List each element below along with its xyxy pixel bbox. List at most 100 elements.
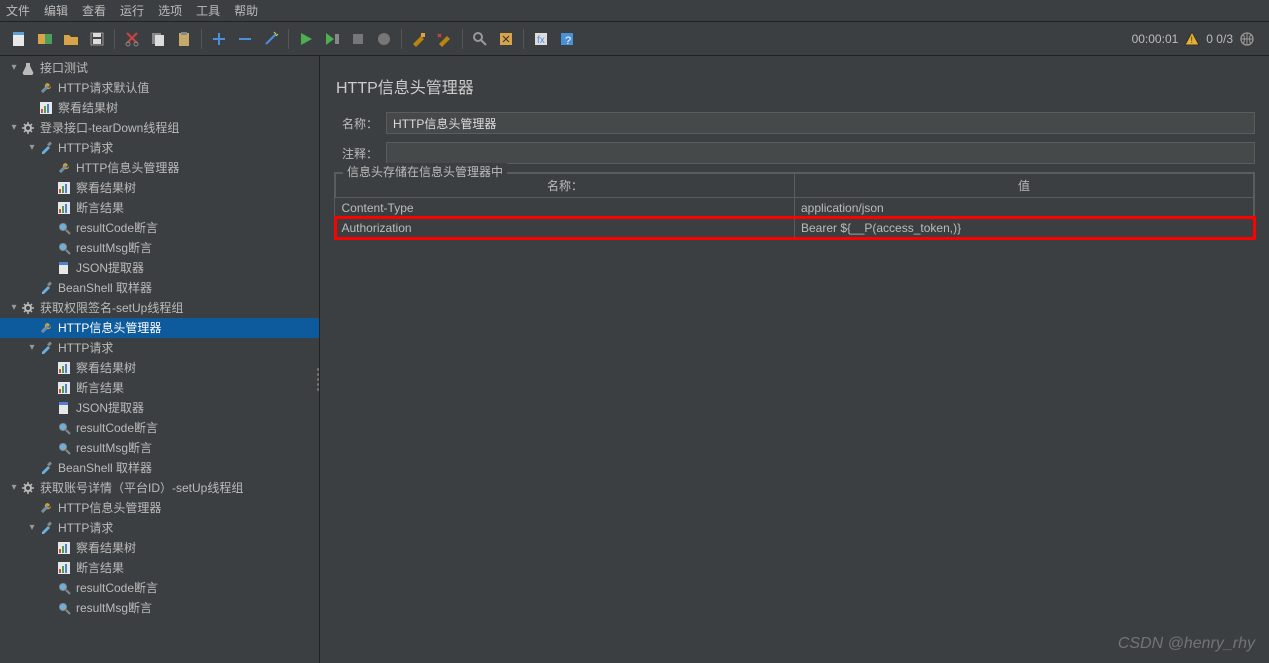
name-label: 名称： xyxy=(334,115,386,132)
tree-item[interactable]: HTTP信息头管理器 xyxy=(0,158,319,178)
tree-item[interactable]: HTTP信息头管理器 xyxy=(0,318,319,338)
tree-item-label: resultMsg断言 xyxy=(76,598,152,618)
function-helper-icon[interactable]: fx xyxy=(528,26,554,52)
elapsed-time: 00:00:01 xyxy=(1132,32,1179,46)
menu-help[interactable]: 帮助 xyxy=(234,2,258,19)
shutdown-icon[interactable] xyxy=(371,26,397,52)
doc-icon xyxy=(56,260,72,276)
help-icon[interactable]: ? xyxy=(554,26,580,52)
tree-item-label: resultMsg断言 xyxy=(76,438,152,458)
tree-item[interactable]: resultMsg断言 xyxy=(0,438,319,458)
headers-table[interactable]: 名称： 值 Content-Typeapplication/jsonAuthor… xyxy=(335,173,1254,238)
expand-toggle-icon[interactable]: ▾ xyxy=(26,518,38,538)
tree-item[interactable]: JSON提取器 xyxy=(0,398,319,418)
paste-icon[interactable] xyxy=(171,26,197,52)
tree-item-label: JSON提取器 xyxy=(76,258,144,278)
open-icon[interactable] xyxy=(58,26,84,52)
table-row[interactable]: Content-Typeapplication/json xyxy=(336,198,1254,218)
cut-icon[interactable] xyxy=(119,26,145,52)
tree-item[interactable]: ▾HTTP请求 xyxy=(0,138,319,158)
tree-item[interactable]: 察看结果树 xyxy=(0,358,319,378)
clear-icon[interactable] xyxy=(406,26,432,52)
reset-search-icon[interactable] xyxy=(493,26,519,52)
tree-item[interactable]: 察看结果树 xyxy=(0,178,319,198)
tree-item[interactable]: 断言结果 xyxy=(0,558,319,578)
chart-icon xyxy=(56,180,72,196)
tree-item-label: JSON提取器 xyxy=(76,398,144,418)
run-noTimers-icon[interactable] xyxy=(319,26,345,52)
header-name-cell[interactable]: Authorization xyxy=(336,218,795,238)
comment-input[interactable] xyxy=(386,142,1255,164)
tree-item[interactable]: 察看结果树 xyxy=(0,538,319,558)
watermark: CSDN @henry_rhy xyxy=(1118,635,1255,653)
expand-toggle-icon[interactable]: ▾ xyxy=(8,58,20,78)
tree-item[interactable]: ▾登录接口-tearDown线程组 xyxy=(0,118,319,138)
search-icon[interactable] xyxy=(467,26,493,52)
wrench-icon xyxy=(38,320,54,336)
tree-item-label: 察看结果树 xyxy=(76,358,136,378)
tree-item[interactable]: 断言结果 xyxy=(0,378,319,398)
menu-edit[interactable]: 编辑 xyxy=(44,2,68,19)
new-file-icon[interactable] xyxy=(6,26,32,52)
run-icon[interactable] xyxy=(293,26,319,52)
tree-item[interactable]: 断言结果 xyxy=(0,198,319,218)
menu-bar: 文件 编辑 查看 运行 选项 工具 帮助 xyxy=(0,0,1269,22)
templates-icon[interactable] xyxy=(32,26,58,52)
tree-item-label: 获取权限签名-setUp线程组 xyxy=(40,298,183,318)
tree-item[interactable]: 察看结果树 xyxy=(0,98,319,118)
tree-item[interactable]: BeanShell 取样器 xyxy=(0,458,319,478)
tree-item[interactable]: ▾ 获取权限签名-setUp线程组 xyxy=(0,298,319,318)
menu-run[interactable]: 运行 xyxy=(120,2,144,19)
tree-item[interactable]: resultCode断言 xyxy=(0,578,319,598)
tree-item[interactable]: resultMsg断言 xyxy=(0,238,319,258)
header-value-cell[interactable]: application/json xyxy=(795,198,1254,218)
stop-icon[interactable] xyxy=(345,26,371,52)
tree-item[interactable]: HTTP请求默认值 xyxy=(0,78,319,98)
tree-item-label: HTTP请求 xyxy=(58,338,113,358)
tree-item-label: 接口测试 xyxy=(40,58,88,78)
test-plan-tree[interactable]: ▾接口测试HTTP请求默认值察看结果树▾登录接口-tearDown线程组▾HTT… xyxy=(0,56,320,663)
menu-tools[interactable]: 工具 xyxy=(196,2,220,19)
wand-icon[interactable] xyxy=(258,26,284,52)
name-input[interactable] xyxy=(386,112,1255,134)
magnifier-icon xyxy=(56,240,72,256)
tree-item[interactable]: ▾HTTP请求 xyxy=(0,518,319,538)
tree-item-label: 断言结果 xyxy=(76,558,124,578)
warning-icon[interactable]: ! xyxy=(1184,31,1200,47)
menu-options[interactable]: 选项 xyxy=(158,2,182,19)
expand-toggle-icon[interactable]: ▾ xyxy=(26,138,38,158)
magnifier-icon xyxy=(56,600,72,616)
header-value-cell[interactable]: Bearer ${__P(access_token,)} xyxy=(795,218,1254,238)
tree-item[interactable]: resultCode断言 xyxy=(0,418,319,438)
magnifier-icon xyxy=(56,220,72,236)
globe-icon[interactable] xyxy=(1239,31,1255,47)
panel-title: HTTP信息头管理器 xyxy=(336,74,1255,98)
plus-icon[interactable] xyxy=(206,26,232,52)
tree-item[interactable]: resultCode断言 xyxy=(0,218,319,238)
gear-icon xyxy=(20,300,36,316)
expand-toggle-icon[interactable]: ▾ xyxy=(26,338,38,358)
minus-icon[interactable] xyxy=(232,26,258,52)
tree-item[interactable]: JSON提取器 xyxy=(0,258,319,278)
tree-item-label: BeanShell 取样器 xyxy=(58,458,152,478)
save-icon[interactable] xyxy=(84,26,110,52)
pipette-icon xyxy=(38,140,54,156)
tree-item[interactable]: ▾ 接口测试 xyxy=(0,58,319,78)
expand-toggle-icon[interactable]: ▾ xyxy=(8,298,20,318)
tree-item[interactable]: resultMsg断言 xyxy=(0,598,319,618)
table-row[interactable]: AuthorizationBearer ${__P(access_token,)… xyxy=(336,218,1254,238)
copy-icon[interactable] xyxy=(145,26,171,52)
tree-item[interactable]: ▾获取账号详情（平台ID）-setUp线程组 xyxy=(0,478,319,498)
expand-toggle-icon[interactable]: ▾ xyxy=(8,478,20,498)
menu-file[interactable]: 文件 xyxy=(6,2,30,19)
tree-item-label: BeanShell 取样器 xyxy=(58,278,152,298)
clear-all-icon[interactable] xyxy=(432,26,458,52)
chart-icon xyxy=(56,540,72,556)
chart-icon xyxy=(56,380,72,396)
tree-item[interactable]: ▾ HTTP请求 xyxy=(0,338,319,358)
tree-item[interactable]: HTTP信息头管理器 xyxy=(0,498,319,518)
header-name-cell[interactable]: Content-Type xyxy=(336,198,795,218)
tree-item[interactable]: BeanShell 取样器 xyxy=(0,278,319,298)
expand-toggle-icon[interactable]: ▾ xyxy=(8,118,20,138)
menu-view[interactable]: 查看 xyxy=(82,2,106,19)
